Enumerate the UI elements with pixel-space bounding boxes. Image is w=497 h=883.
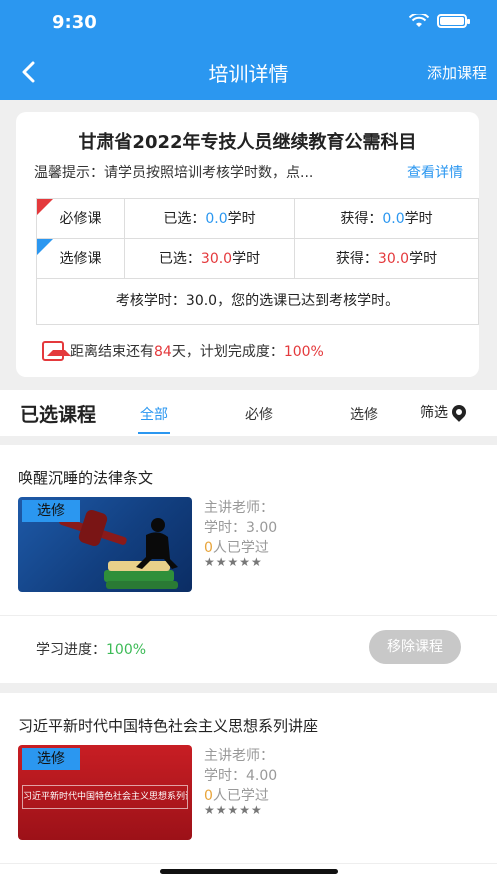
remove-course-button[interactable]: 移除课程 bbox=[369, 630, 461, 664]
course-card[interactable]: 习近平新时代中国特色社会主义思想系列讲座 习近平新时代中国特色社会主义思想系列讲… bbox=[0, 693, 497, 883]
elective-label: 选修课 bbox=[59, 251, 102, 267]
progress-line: 学习进度：100% bbox=[36, 639, 146, 659]
active-tab-indicator bbox=[138, 432, 170, 434]
exam-note: 考核学时：30.0，您的选课已达到考核学时。 bbox=[115, 293, 400, 309]
required-earned-value: 0.0 bbox=[382, 211, 405, 227]
teacher-label: 主讲老师： bbox=[204, 748, 274, 764]
required-selected-value: 0.0 bbox=[205, 211, 228, 227]
earned-label: 获得： bbox=[340, 211, 383, 227]
divider bbox=[0, 615, 497, 616]
course-thumbnail[interactable]: 习近平新时代中国特色社会主义思想系列讲座 选修 bbox=[18, 745, 192, 840]
tab-all[interactable]: 全部 bbox=[140, 404, 168, 424]
rating-stars: ★★★★★ bbox=[204, 555, 263, 569]
elective-tag: 选修 bbox=[22, 748, 80, 770]
status-time: 9:30 bbox=[52, 12, 97, 33]
elective-corner-icon bbox=[37, 239, 53, 255]
training-title: 甘肃省2022年专技人员继续教育公需科目 bbox=[78, 132, 417, 153]
status-icons bbox=[409, 14, 470, 28]
countdown-prefix: 距离结束还有 bbox=[70, 344, 154, 360]
filter-button[interactable]: 筛选 bbox=[420, 402, 469, 422]
progress-label: 学习进度： bbox=[36, 642, 106, 658]
learners-suffix: 人已学过 bbox=[212, 540, 269, 556]
course-title: 习近平新时代中国特色社会主义思想系列讲座 bbox=[18, 717, 319, 735]
teacher-label: 主讲老师： bbox=[204, 500, 274, 516]
unit-label: 学时 bbox=[404, 211, 433, 227]
unit-label: 学时 bbox=[409, 251, 438, 267]
progress-value: 100% bbox=[106, 642, 147, 658]
required-label: 必修课 bbox=[59, 211, 102, 227]
selected-courses-title: 已选课程 bbox=[20, 404, 97, 426]
home-indicator[interactable] bbox=[160, 869, 338, 874]
location-pin-icon bbox=[449, 402, 469, 422]
back-button[interactable] bbox=[16, 58, 40, 86]
calendar-image-icon bbox=[42, 341, 71, 361]
elective-selected-value: 30.0 bbox=[200, 251, 233, 267]
learners-count: 0人已学过 bbox=[204, 537, 269, 557]
elective-tag: 选修 bbox=[22, 500, 80, 522]
course-hours: 学时：3.00 bbox=[204, 520, 278, 536]
completion-rate: 100% bbox=[283, 344, 324, 360]
wifi-icon bbox=[409, 14, 429, 27]
unit-label: 学时 bbox=[232, 251, 261, 267]
selected-label: 已选： bbox=[163, 211, 206, 227]
course-title: 唤醒沉睡的法律条文 bbox=[18, 469, 154, 487]
course-tabs-bar: 已选课程 全部 必修 选修 筛选 bbox=[0, 390, 497, 436]
add-course-button[interactable]: 添加课程 bbox=[427, 62, 487, 83]
page-title: 培训详情 bbox=[208, 62, 289, 86]
training-summary-card: 甘肃省2022年专技人员继续教育公需科目 温馨提示：请学员按照培训考核学时数，点… bbox=[16, 112, 479, 377]
required-row: 必修课 已选：0.0学时 获得：0.0学时 bbox=[37, 199, 478, 239]
earned-label: 获得： bbox=[335, 251, 378, 267]
days-remaining: 84 bbox=[154, 344, 172, 360]
filter-label: 筛选 bbox=[420, 405, 448, 421]
countdown-line: 距离结束还有84天，计划完成度：100% bbox=[42, 341, 324, 361]
hours-table: 必修课 已选：0.0学时 获得：0.0学时 选修课 已选：30.0学时 获得：3… bbox=[36, 198, 479, 325]
selected-label: 已选： bbox=[158, 251, 201, 267]
tab-elective[interactable]: 选修 bbox=[350, 404, 378, 424]
course-card[interactable]: 唤醒沉睡的法律条文 选修 主讲老师： 学时：3.00 0人已学过 ★★★★★ 学… bbox=[0, 445, 497, 683]
elective-earned-value: 30.0 bbox=[377, 251, 410, 267]
unit-label: 学时 bbox=[227, 211, 256, 227]
required-corner-icon bbox=[37, 199, 53, 215]
battery-icon bbox=[437, 14, 470, 28]
elective-row: 选修课 已选：30.0学时 获得：30.0学时 bbox=[37, 239, 478, 279]
learners-number: 0 bbox=[204, 540, 213, 556]
rating-stars: ★★★★★ bbox=[204, 803, 263, 817]
course-thumbnail[interactable]: 选修 bbox=[18, 497, 192, 592]
thumbnail-caption: 习近平新时代中国特色社会主义思想系列讲座 bbox=[22, 785, 188, 809]
app-header: 9:30 培训详情 添加课程 bbox=[0, 0, 497, 100]
learners-count: 0人已学过 bbox=[204, 785, 269, 805]
chevron-left-icon bbox=[22, 61, 35, 83]
course-hours: 学时：4.00 bbox=[204, 768, 278, 784]
tab-required[interactable]: 必修 bbox=[245, 404, 273, 424]
learners-number: 0 bbox=[204, 788, 213, 804]
divider bbox=[0, 863, 497, 864]
learners-suffix: 人已学过 bbox=[212, 788, 269, 804]
view-details-link[interactable]: 查看详情 bbox=[407, 162, 463, 182]
countdown-mid: 天，计划完成度： bbox=[171, 344, 284, 360]
hint-text: 温馨提示：请学员按照培训考核学时数，点... bbox=[34, 165, 314, 181]
